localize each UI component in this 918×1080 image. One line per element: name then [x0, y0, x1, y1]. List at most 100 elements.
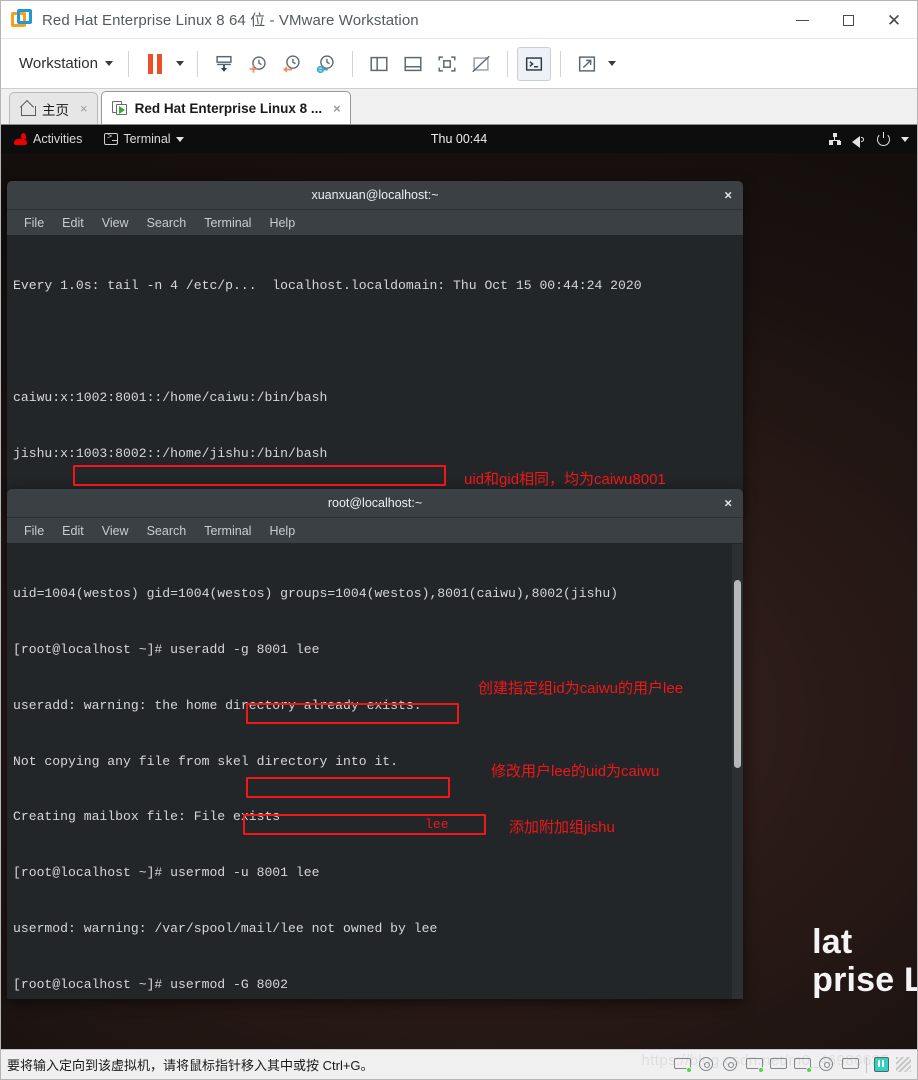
resize-grip-icon[interactable]	[896, 1057, 911, 1072]
terminal1-menubar: File Edit View Search Terminal Help	[7, 210, 743, 236]
tab-home-close-icon[interactable]: ×	[80, 101, 88, 116]
window-title: Red Hat Enterprise Linux 8 64 位 - VMware…	[42, 12, 419, 29]
terminal2-line: uid=1004(westos) gid=1004(westos) groups…	[13, 586, 619, 602]
chevron-down-icon	[901, 136, 909, 142]
gnome-clock[interactable]: Thu 00:44	[431, 132, 487, 146]
terminal2-title: root@localhost:~	[327, 496, 423, 510]
activities-label: Activities	[33, 132, 83, 146]
pause-dropdown-button[interactable]	[172, 47, 188, 81]
stretch-dropdown-button[interactable]	[604, 47, 620, 81]
network-adapter-icon[interactable]	[746, 1057, 764, 1073]
terminal2-menu-search[interactable]: Search	[138, 522, 196, 540]
terminal1-menu-edit[interactable]: Edit	[53, 214, 93, 232]
toolbar-divider	[351, 50, 353, 77]
workstation-menu-button[interactable]: Workstation	[13, 51, 119, 76]
show-library-icon	[370, 56, 388, 71]
terminal1-title: xuanxuan@localhost:~	[311, 188, 439, 202]
show-thumbnail-bar-button[interactable]	[396, 47, 430, 81]
tab-rhel-vm-close-icon[interactable]: ×	[333, 101, 341, 116]
vmware-tools-icon[interactable]	[874, 1057, 889, 1072]
revert-snapshot-button[interactable]	[275, 47, 309, 81]
snapshot-manager-button[interactable]	[207, 47, 241, 81]
status-divider	[866, 1056, 867, 1073]
cd-drive-2-icon[interactable]	[722, 1057, 739, 1072]
show-library-button[interactable]	[362, 47, 396, 81]
console-view-icon	[525, 56, 542, 71]
terminal1-menu-search[interactable]: Search	[138, 214, 196, 232]
pause-icon	[147, 53, 162, 74]
tab-home[interactable]: 主页 ×	[9, 92, 98, 124]
activities-button[interactable]: Activities	[9, 130, 87, 148]
show-thumbnail-bar-icon	[404, 56, 422, 71]
gnome-system-tray[interactable]	[828, 131, 909, 148]
pause-button[interactable]	[138, 47, 172, 81]
terminal1-line: jishu:x:1003:8002::/home/jishu:/bin/bash	[13, 445, 328, 461]
annotation-usermod-group: 添加附加组jishu	[509, 819, 615, 836]
tab-rhel-vm[interactable]: Red Hat Enterprise Linux 8 ... ×	[100, 91, 351, 124]
terminal2-menu-help[interactable]: Help	[260, 522, 304, 540]
terminal2-menu-edit[interactable]: Edit	[53, 522, 93, 540]
terminal1-close-icon[interactable]: ×	[724, 188, 732, 203]
minimize-button[interactable]	[779, 1, 825, 39]
chevron-down-icon	[175, 61, 184, 66]
chevron-down-icon	[104, 61, 113, 66]
manage-snapshots-button[interactable]	[309, 47, 343, 81]
close-button[interactable]: ✕	[871, 1, 917, 39]
app-menu-terminal[interactable]: Terminal	[99, 130, 188, 148]
terminal1-output-area[interactable]: Every 1.0s: tail -n 4 /etc/p... localhos…	[7, 236, 743, 497]
unity-mode-button[interactable]	[464, 47, 498, 81]
terminal1-output-text: Every 1.0s: tail -n 4 /etc/p... localhos…	[13, 240, 743, 497]
take-snapshot-button[interactable]	[241, 47, 275, 81]
full-screen-icon	[438, 55, 456, 72]
window-titlebar: Red Hat Enterprise Linux 8 64 位 - VMware…	[1, 1, 917, 39]
guest-screen[interactable]: lat prise L Activities Terminal Thu 00:4…	[1, 125, 917, 1049]
terminal2-line: [root@localhost ~]# useradd -g 8001 lee	[13, 641, 320, 657]
terminal2-titlebar[interactable]: root@localhost:~ ×	[7, 489, 743, 518]
display-icon[interactable]	[842, 1057, 859, 1072]
terminal1-menu-view[interactable]: View	[93, 214, 138, 232]
terminal1-menu-help[interactable]: Help	[260, 214, 304, 232]
cd-drive-icon[interactable]	[698, 1057, 715, 1072]
terminal2-menu-file[interactable]: File	[15, 522, 53, 540]
terminal2-line: [root@localhost ~]# usermod -u 8001 lee	[13, 865, 320, 881]
terminal2-menubar: File Edit View Search Terminal Help	[7, 518, 743, 544]
terminal-window-xuanxuan[interactable]: xuanxuan@localhost:~ × File Edit View Se…	[7, 181, 743, 497]
stretch-guest-icon	[578, 55, 595, 72]
annotation-useradd-note: 创建指定组id为caiwu的用户lee	[478, 680, 684, 697]
wallpaper-text: lat prise L	[812, 923, 917, 999]
terminal1-menu-terminal[interactable]: Terminal	[195, 214, 260, 232]
take-snapshot-icon	[249, 55, 266, 73]
full-screen-button[interactable]	[430, 47, 464, 81]
usb-icon[interactable]	[818, 1057, 835, 1072]
hard-disk-icon[interactable]	[674, 1057, 692, 1073]
terminal-window-root[interactable]: root@localhost:~ × File Edit View Search…	[7, 489, 743, 999]
annotation-uid-gid-same: uid和gid相同，均为caiwu8001	[464, 471, 666, 488]
workstation-menu-label: Workstation	[19, 55, 98, 72]
stretch-guest-button[interactable]	[570, 47, 604, 81]
terminal2-menu-view[interactable]: View	[93, 522, 138, 540]
vm-tab-icon	[111, 100, 128, 116]
printer-icon[interactable]	[770, 1057, 787, 1072]
terminal1-titlebar[interactable]: xuanxuan@localhost:~ ×	[7, 181, 743, 210]
console-view-button[interactable]	[516, 46, 551, 81]
terminal2-scrollbar-thumb[interactable]	[734, 580, 741, 768]
revert-snapshot-icon	[282, 54, 300, 73]
chevron-down-icon	[175, 136, 184, 142]
home-icon	[20, 101, 36, 116]
vmware-logo-icon	[11, 8, 33, 31]
toolbar-divider	[559, 50, 561, 77]
status-message: 要将输入定向到该虚拟机，请将鼠标指针移入其中或按 Ctrl+G。	[7, 1058, 374, 1073]
network-icon	[828, 133, 841, 145]
terminal2-close-icon[interactable]: ×	[724, 496, 732, 511]
terminal2-menu-terminal[interactable]: Terminal	[195, 522, 260, 540]
terminal1-menu-file[interactable]: File	[15, 214, 53, 232]
maximize-button[interactable]	[825, 1, 871, 39]
terminal-icon	[104, 132, 119, 145]
sound-card-icon[interactable]	[794, 1057, 812, 1073]
annotation-usermod-uid: 修改用户lee的uid为caiwu	[491, 763, 660, 780]
gnome-top-bar: Activities Terminal Thu 00:44	[1, 125, 917, 153]
snapshot-manager-icon	[216, 55, 232, 72]
toolbar-divider	[127, 50, 129, 77]
toolbar-divider	[196, 50, 198, 77]
power-icon	[877, 131, 890, 146]
